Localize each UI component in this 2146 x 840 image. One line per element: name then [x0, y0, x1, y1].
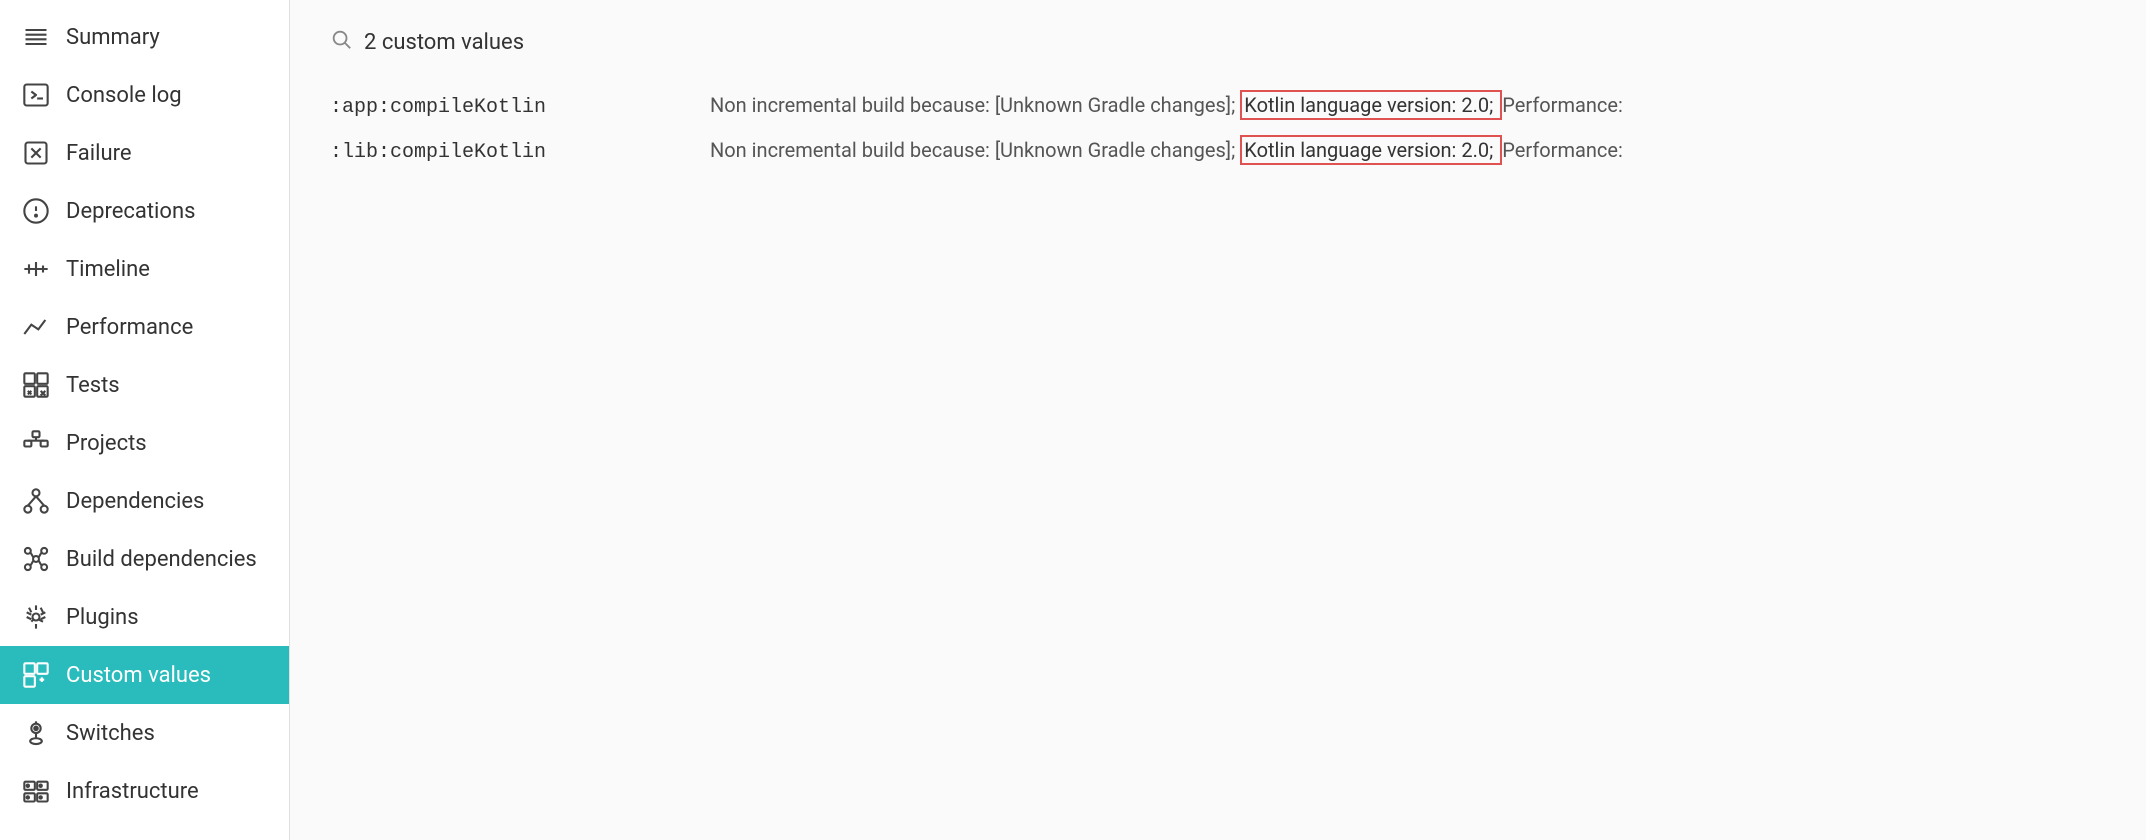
sidebar-item-infrastructure[interactable]: Infrastructure — [0, 762, 289, 820]
console-icon — [20, 79, 52, 111]
performance-icon — [20, 311, 52, 343]
count-label: 2 custom values — [364, 30, 524, 55]
custom-values-icon — [20, 659, 52, 691]
sidebar-item-switches[interactable]: Switches — [0, 704, 289, 762]
sidebar-item-console-log[interactable]: Console log — [0, 66, 289, 124]
sidebar-item-dependencies[interactable]: Dependencies — [0, 472, 289, 530]
failure-icon — [20, 137, 52, 169]
sidebar-label-dependencies: Dependencies — [66, 489, 204, 514]
value-highlight-2: Kotlin language version: 2.0; — [1240, 135, 1502, 165]
sidebar-label-build-dependencies: Build dependencies — [66, 547, 257, 572]
sidebar-item-timeline[interactable]: Timeline — [0, 240, 289, 298]
value-suffix-1: Performance: — [1502, 93, 1623, 117]
sidebar-label-tests: Tests — [66, 373, 120, 398]
sidebar-item-build-dependencies[interactable]: Build dependencies — [0, 530, 289, 588]
data-table: :app:compileKotlin Non incremental build… — [330, 84, 2106, 174]
table-row: :lib:compileKotlin Non incremental build… — [330, 129, 2106, 174]
sidebar-label-performance: Performance — [66, 315, 193, 340]
build-deps-icon — [20, 543, 52, 575]
sidebar-item-projects[interactable]: Projects — [0, 414, 289, 472]
main-content: 2 custom values :app:compileKotlin Non i… — [290, 0, 2146, 840]
sidebar-label-deprecations: Deprecations — [66, 199, 195, 224]
value-highlight-1: Kotlin language version: 2.0; — [1240, 90, 1502, 120]
table-row: :app:compileKotlin Non incremental build… — [330, 84, 2106, 129]
sidebar-label-console-log: Console log — [66, 83, 182, 108]
value-prefix-2: Non incremental build because: [Unknown … — [710, 138, 1240, 162]
sidebar-item-custom-values[interactable]: Custom values — [0, 646, 289, 704]
plugins-icon — [20, 601, 52, 633]
timeline-icon — [20, 253, 52, 285]
dependencies-icon — [20, 485, 52, 517]
sidebar-label-projects: Projects — [66, 431, 147, 456]
sidebar-item-deprecations[interactable]: Deprecations — [0, 182, 289, 240]
switches-icon — [20, 717, 52, 749]
sidebar-item-failure[interactable]: Failure — [0, 124, 289, 182]
sidebar-item-plugins[interactable]: Plugins — [0, 588, 289, 646]
value-suffix-2: Performance: — [1502, 138, 1623, 162]
sidebar-label-infrastructure: Infrastructure — [66, 779, 199, 804]
sidebar-label-failure: Failure — [66, 141, 132, 166]
task-value-1: Non incremental build because: [Unknown … — [710, 90, 1623, 120]
sidebar-label-switches: Switches — [66, 721, 155, 746]
sidebar-label-plugins: Plugins — [66, 605, 139, 630]
task-name-2: :lib:compileKotlin — [330, 138, 710, 168]
task-value-2: Non incremental build because: [Unknown … — [710, 135, 1623, 165]
sidebar-label-summary: Summary — [66, 25, 160, 50]
sidebar-item-summary[interactable]: Summary — [0, 8, 289, 66]
search-header: 2 custom values — [330, 28, 2106, 56]
task-name-1: :app:compileKotlin — [330, 93, 710, 123]
sidebar-label-timeline: Timeline — [66, 257, 150, 282]
deprecations-icon — [20, 195, 52, 227]
sidebar-item-tests[interactable]: Tests — [0, 356, 289, 414]
summary-icon — [20, 21, 52, 53]
sidebar: Summary Console log Failure — [0, 0, 290, 840]
sidebar-label-custom-values: Custom values — [66, 663, 211, 688]
value-prefix-1: Non incremental build because: [Unknown … — [710, 93, 1240, 117]
search-icon — [330, 28, 352, 56]
sidebar-item-performance[interactable]: Performance — [0, 298, 289, 356]
infrastructure-icon — [20, 775, 52, 807]
projects-icon — [20, 427, 52, 459]
tests-icon — [20, 369, 52, 401]
